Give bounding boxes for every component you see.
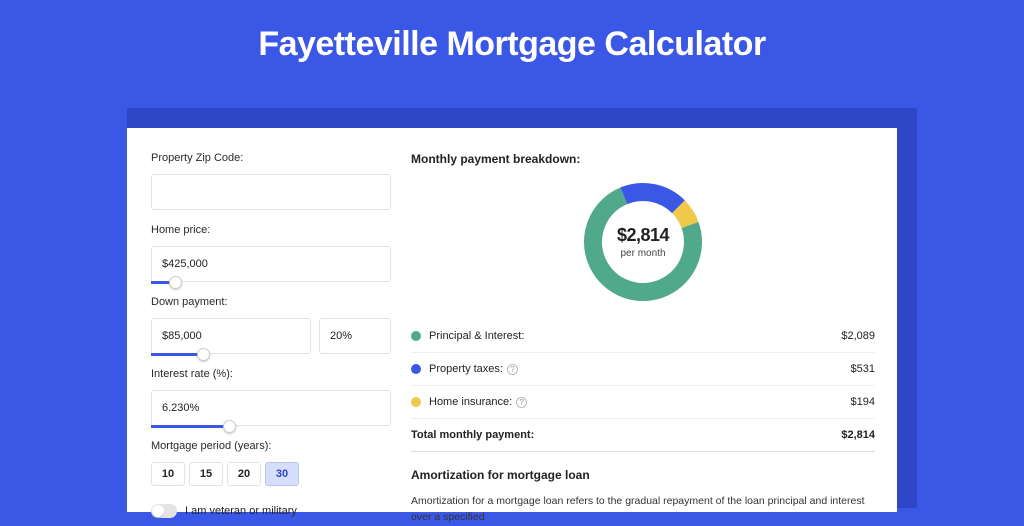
interest-rate-slider-thumb[interactable]: [223, 420, 236, 433]
home-price-label: Home price:: [151, 224, 391, 236]
help-icon[interactable]: ?: [507, 364, 518, 375]
home-price-input[interactable]: [151, 246, 391, 282]
legend-label-text: Property taxes:: [429, 363, 503, 375]
donut-sub: per month: [620, 248, 665, 259]
down-payment-amount-input[interactable]: [151, 318, 311, 354]
legend-row-total: Total monthly payment: $2,814: [411, 419, 875, 452]
zip-label: Property Zip Code:: [151, 152, 391, 164]
donut-center: $2,814 per month: [581, 180, 705, 304]
interest-rate-input[interactable]: [151, 390, 391, 426]
dot-icon: [411, 397, 421, 407]
amortization-heading: Amortization for mortgage loan: [411, 468, 875, 482]
period-button-group: 10 15 20 30: [151, 462, 391, 486]
down-payment-block: Down payment:: [151, 296, 391, 354]
interest-rate-block: Interest rate (%):: [151, 368, 391, 426]
dot-icon: [411, 364, 421, 374]
legend-label: Property taxes: ?: [429, 363, 851, 375]
page-title: Fayetteville Mortgage Calculator: [0, 0, 1024, 79]
breakdown-column: Monthly payment breakdown: $2,814 per mo…: [411, 152, 875, 512]
legend: Principal & Interest: $2,089 Property ta…: [411, 320, 875, 452]
total-value: $2,814: [841, 429, 875, 441]
period-block: Mortgage period (years): 10 15 20 30: [151, 440, 391, 486]
breakdown-heading: Monthly payment breakdown:: [411, 152, 875, 166]
down-payment-label: Down payment:: [151, 296, 391, 308]
inputs-column: Property Zip Code: Home price: Down paym…: [151, 152, 391, 512]
interest-rate-label: Interest rate (%):: [151, 368, 391, 380]
down-payment-percent-input[interactable]: [319, 318, 391, 354]
period-btn-10[interactable]: 10: [151, 462, 185, 486]
donut-chart-wrap: $2,814 per month: [411, 180, 875, 304]
legend-row-taxes: Property taxes: ? $531: [411, 353, 875, 386]
legend-label-text: Home insurance:: [429, 396, 512, 408]
help-icon[interactable]: ?: [516, 397, 527, 408]
period-btn-30[interactable]: 30: [265, 462, 299, 486]
veteran-row: I am veteran or military: [151, 504, 391, 518]
legend-row-principal: Principal & Interest: $2,089: [411, 320, 875, 353]
zip-input[interactable]: [151, 174, 391, 210]
donut-amount: $2,814: [617, 225, 669, 246]
home-price-slider-thumb[interactable]: [169, 276, 182, 289]
period-btn-15[interactable]: 15: [189, 462, 223, 486]
down-payment-slider-track[interactable]: [151, 353, 203, 356]
donut-chart: $2,814 per month: [581, 180, 705, 304]
period-label: Mortgage period (years):: [151, 440, 391, 452]
veteran-toggle[interactable]: [151, 504, 177, 518]
legend-label: Home insurance: ?: [429, 396, 851, 408]
period-btn-20[interactable]: 20: [227, 462, 261, 486]
legend-value: $2,089: [841, 330, 875, 342]
dot-icon: [411, 331, 421, 341]
zip-field-block: Property Zip Code:: [151, 152, 391, 210]
total-label: Total monthly payment:: [411, 429, 841, 441]
veteran-label: I am veteran or military: [185, 505, 297, 517]
legend-row-insurance: Home insurance: ? $194: [411, 386, 875, 419]
legend-label: Principal & Interest:: [429, 330, 841, 342]
legend-value: $531: [851, 363, 875, 375]
legend-value: $194: [851, 396, 875, 408]
home-price-block: Home price:: [151, 224, 391, 282]
calculator-card: Property Zip Code: Home price: Down paym…: [127, 128, 897, 512]
down-payment-slider-thumb[interactable]: [197, 348, 210, 361]
interest-rate-slider-track[interactable]: [151, 425, 229, 428]
amortization-text: Amortization for a mortgage loan refers …: [411, 494, 875, 526]
